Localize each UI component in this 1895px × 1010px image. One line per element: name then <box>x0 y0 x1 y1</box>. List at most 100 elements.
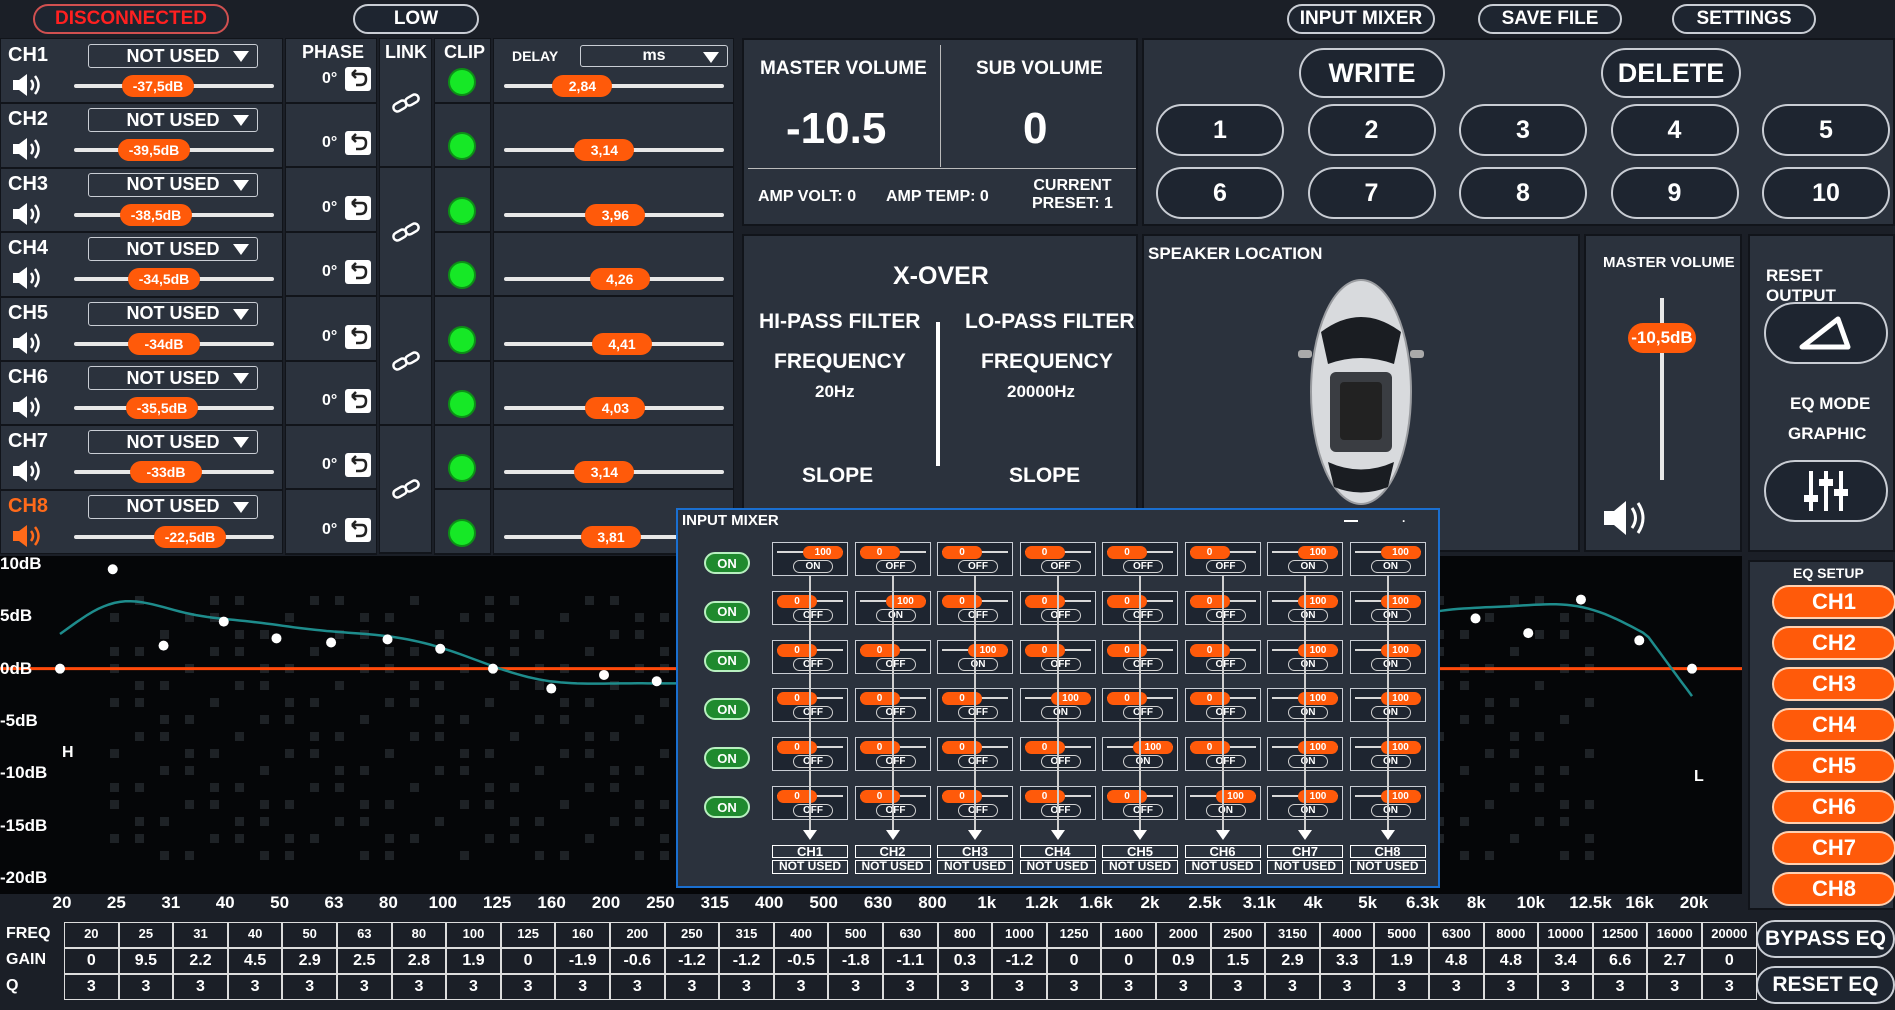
eq-band-point[interactable] <box>271 633 282 644</box>
mixer-cell[interactable]: 100 ON <box>1267 542 1343 576</box>
write-button[interactable]: WRITE <box>1299 48 1445 98</box>
mixer-cell[interactable]: 0 OFF <box>1102 542 1178 576</box>
eq-table-cell[interactable]: 0.3 <box>938 952 993 970</box>
eq-table-cell[interactable]: 8000 <box>1484 926 1539 941</box>
eq-table-cell[interactable]: 3 <box>774 978 829 996</box>
eq-table-cell[interactable]: 315 <box>719 926 774 941</box>
eq-table-cell[interactable]: 0 <box>501 952 556 970</box>
mixer-cell-knob[interactable]: 0 <box>1107 643 1147 657</box>
eq-table-cell[interactable]: 20000 <box>1702 926 1757 941</box>
channel-name[interactable]: CH1 <box>8 44 48 67</box>
mixer-cell-state[interactable]: OFF <box>1040 560 1081 573</box>
mixer-cell-knob[interactable]: 0 <box>1024 594 1065 608</box>
preset-button[interactable]: 1 <box>1156 104 1284 156</box>
mixer-output-source[interactable]: NOT USED <box>937 860 1013 874</box>
eq-table-cell[interactable]: 3 <box>392 978 447 996</box>
mixer-cell-state[interactable]: ON <box>958 657 998 671</box>
mute-speaker-icon[interactable] <box>12 72 46 98</box>
mixer-cell-knob[interactable]: 0 <box>1024 546 1065 559</box>
mixer-cell-knob[interactable]: 0 <box>859 741 900 755</box>
mixer-cell-knob[interactable]: 0 <box>777 594 817 608</box>
eq-channel-button[interactable]: CH2 <box>1772 626 1895 660</box>
master-slider-thumb[interactable]: -10,5dB <box>1628 323 1696 354</box>
mixer-cell-state[interactable]: OFF <box>1040 804 1081 817</box>
bypass-eq-button[interactable]: BYPASS EQ <box>1756 920 1895 958</box>
eq-table-cell[interactable]: -1.2 <box>665 952 720 970</box>
mixer-cell-knob[interactable]: 0 <box>1189 643 1230 657</box>
channel-name[interactable]: CH6 <box>8 366 48 389</box>
eq-mode-button[interactable] <box>1764 460 1888 522</box>
mixer-cell-state[interactable]: OFF <box>1040 755 1081 769</box>
eq-table-cell[interactable]: 25 <box>119 926 174 941</box>
mixer-cell-state[interactable]: ON <box>1288 755 1328 769</box>
mixer-cell-state[interactable]: OFF <box>1205 560 1246 573</box>
mixer-cell-state[interactable]: ON <box>1288 657 1328 671</box>
preset-button[interactable]: 9 <box>1610 167 1739 219</box>
delay-slider-thumb[interactable]: 3,81 <box>581 525 641 548</box>
eq-table-cell[interactable]: 6.6 <box>1593 952 1648 970</box>
eq-band-point[interactable] <box>1523 628 1534 639</box>
mixer-cell-knob[interactable]: 0 <box>859 643 900 657</box>
eq-table-cell[interactable]: 3 <box>828 978 883 996</box>
mixer-cell-state[interactable]: ON <box>1370 608 1411 622</box>
mute-speaker-icon[interactable] <box>12 265 46 291</box>
input-mixer-titlebar[interactable] <box>678 510 1438 532</box>
eq-table-cell[interactable]: 6300 <box>1429 926 1484 941</box>
eq-band-point[interactable] <box>487 663 498 674</box>
mixer-cell-state[interactable]: ON <box>1370 657 1411 671</box>
eq-table-cell[interactable]: 1250 <box>1047 926 1102 941</box>
level-slider-thumb[interactable]: -22,5dB <box>154 525 226 548</box>
channel-name[interactable]: CH4 <box>8 237 48 260</box>
source-select[interactable]: NOT USED <box>88 44 258 68</box>
mixer-cell-state[interactable]: ON <box>1123 755 1163 769</box>
eq-table-cell[interactable]: 3 <box>665 978 720 996</box>
phase-invert-icon[interactable] <box>344 259 372 285</box>
eq-band-point[interactable] <box>599 669 609 680</box>
eq-table-cell[interactable]: -1.8 <box>828 952 883 970</box>
eq-table-cell[interactable]: 3 <box>992 978 1047 996</box>
eq-table-cell[interactable]: 3 <box>1211 978 1266 996</box>
mixer-cell-knob[interactable]: 100 <box>1298 546 1338 559</box>
mixer-cell-knob[interactable]: 0 <box>1189 546 1230 559</box>
delay-slider-thumb[interactable]: 4,26 <box>589 268 650 291</box>
phase-invert-icon[interactable] <box>344 324 372 350</box>
mixer-cell-state[interactable]: OFF <box>1205 608 1246 622</box>
delay-slider-thumb[interactable]: 3,14 <box>574 461 635 484</box>
eq-table-cell[interactable]: 5000 <box>1374 926 1429 941</box>
eq-table-cell[interactable]: 4.8 <box>1484 952 1539 970</box>
eq-table-cell[interactable]: 2.5 <box>337 952 392 970</box>
mixer-cell[interactable]: 100 ON <box>1349 542 1426 576</box>
source-select[interactable]: NOT USED <box>88 172 258 197</box>
mixer-cell-knob[interactable]: 0 <box>1024 741 1065 755</box>
input-on-toggle[interactable]: ON <box>704 649 750 672</box>
eq-table-cell[interactable]: 3 <box>719 978 774 996</box>
mixer-cell-state[interactable]: OFF <box>958 755 998 769</box>
eq-table-cell[interactable]: 3 <box>501 978 556 996</box>
eq-table-cell[interactable]: 31 <box>173 926 228 941</box>
mixer-cell-knob[interactable]: 0 <box>1107 790 1147 803</box>
eq-band-point[interactable] <box>218 616 229 627</box>
eq-band-point[interactable] <box>382 634 393 645</box>
eq-table-cell[interactable]: 63 <box>337 926 392 941</box>
level-slider-thumb[interactable]: -38,5dB <box>120 203 192 226</box>
eq-table-cell[interactable]: 500 <box>828 926 883 941</box>
eq-table-cell[interactable]: 40 <box>228 926 283 941</box>
eq-table-cell[interactable]: -1.9 <box>555 952 610 970</box>
eq-table-cell[interactable]: 3 <box>1484 978 1539 996</box>
mixer-cell-knob[interactable]: 0 <box>1189 741 1230 755</box>
eq-table-cell[interactable]: 1.9 <box>446 952 501 970</box>
eq-table-cell[interactable]: 3 <box>1429 978 1484 996</box>
mixer-cell-knob[interactable]: 0 <box>777 741 817 755</box>
mixer-cell-state[interactable]: ON <box>1370 560 1411 573</box>
mixer-cell-knob[interactable]: 0 <box>777 692 817 706</box>
channel-name[interactable]: CH8 <box>8 495 48 518</box>
level-slider-thumb[interactable]: -34dB <box>128 332 200 355</box>
eq-table-cell[interactable]: 3 <box>1047 978 1102 996</box>
phase-invert-icon[interactable] <box>344 388 372 414</box>
settings-button[interactable]: SETTINGS <box>1672 4 1816 34</box>
mixer-cell-state[interactable]: ON <box>1370 755 1411 769</box>
eq-table-cell[interactable]: 0.9 <box>1156 952 1211 970</box>
delay-slider-thumb[interactable]: 3,96 <box>585 203 646 226</box>
eq-table-cell[interactable]: 1000 <box>992 926 1047 941</box>
mixer-cell-state[interactable]: OFF <box>793 804 833 817</box>
